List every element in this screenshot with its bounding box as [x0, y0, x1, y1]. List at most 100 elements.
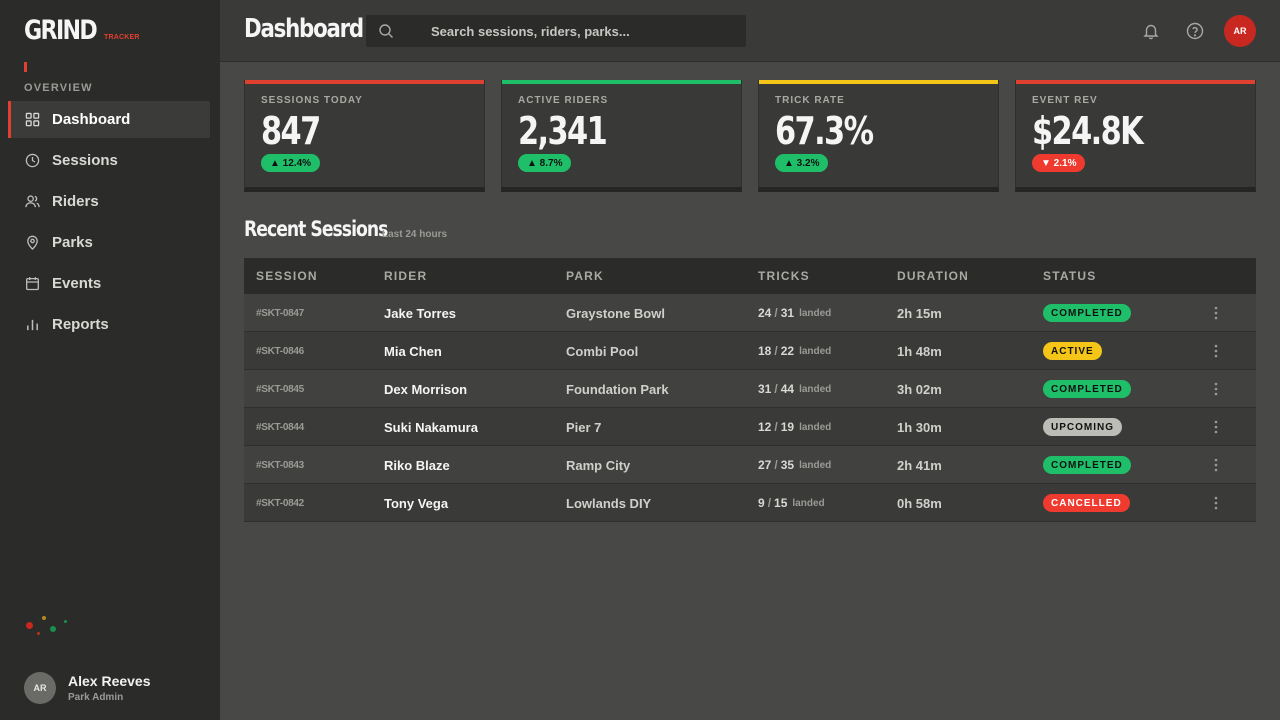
more-options-button[interactable]: [1206, 484, 1226, 522]
header-avatar[interactable]: AR: [1224, 15, 1256, 47]
stat-card-event-rev[interactable]: EVENT REV $24.8K ▼ 2.1%: [1015, 80, 1256, 192]
calendar-icon: [24, 276, 40, 292]
user-name: Alex Reeves: [68, 673, 151, 689]
col-session[interactable]: SESSION: [256, 269, 318, 283]
sidebar-item-reports[interactable]: Reports: [8, 306, 210, 343]
tricks-total: 44: [780, 382, 795, 396]
col-duration[interactable]: DURATION: [897, 269, 969, 283]
session-id: #SKT-0845: [256, 383, 304, 395]
rider-name: Mia Chen: [384, 343, 442, 359]
more-options-button[interactable]: [1206, 294, 1226, 332]
tricks-landed-label: landed: [799, 383, 832, 395]
table-row[interactable]: #SKT-0847 Jake Torres Graystone Bowl 24/…: [244, 294, 1256, 332]
status-cell: COMPLETED: [1043, 446, 1131, 484]
stat-label: ACTIVE RIDERS: [518, 95, 609, 106]
session-duration: 0h 58m: [897, 495, 942, 511]
table-row[interactable]: #SKT-0846 Mia Chen Combi Pool 18/22 lande…: [244, 332, 1256, 370]
sidebar-item-sessions[interactable]: Sessions: [8, 142, 210, 179]
more-options-button[interactable]: [1206, 408, 1226, 446]
tricks-landed: 24: [758, 306, 772, 320]
tricks-separator: /: [774, 420, 778, 434]
tricks-landed: 12: [758, 420, 772, 434]
table-row[interactable]: #SKT-0845 Dex Morrison Foundation Park 3…: [244, 370, 1256, 408]
status-cell: COMPLETED: [1043, 294, 1131, 332]
brand-logo[interactable]: GRIND TRACKER: [24, 16, 140, 46]
status-cell: UPCOMING: [1043, 408, 1122, 446]
tricks-total: 31: [780, 306, 795, 320]
session-duration: 2h 15m: [897, 305, 942, 321]
stat-delta-badge: ▼ 2.1%: [1032, 154, 1086, 172]
tricks-count: 31/44 landed: [758, 370, 831, 408]
grid-icon: [24, 112, 40, 128]
sidebar-item-label: Sessions: [52, 152, 118, 169]
sidebar-item-riders[interactable]: Riders: [8, 183, 210, 220]
table-row[interactable]: #SKT-0843 Riko Blaze Ramp City 27/35 land…: [244, 446, 1256, 484]
session-id: #SKT-0842: [256, 497, 304, 509]
section-subtitle: Last 24 hours: [382, 229, 448, 240]
col-rider[interactable]: RIDER: [384, 269, 427, 283]
search-bar[interactable]: [366, 15, 746, 47]
more-options-button[interactable]: [1206, 332, 1226, 370]
stat-label: SESSIONS TODAY: [261, 95, 363, 106]
stat-card-trick-rate[interactable]: TRICK RATE 67.3% ▲ 3.2%: [758, 80, 999, 192]
col-park[interactable]: PARK: [566, 269, 604, 283]
sidebar-item-label: Parks: [52, 234, 93, 251]
tricks-landed: 31: [758, 382, 772, 396]
session-id: #SKT-0847: [256, 307, 304, 319]
status-badge: COMPLETED: [1043, 456, 1131, 474]
status-badge: UPCOMING: [1043, 418, 1122, 436]
bell-icon[interactable]: [1142, 22, 1160, 40]
tricks-separator: /: [774, 306, 778, 320]
sidebar-item-events[interactable]: Events: [8, 265, 210, 302]
stat-label: TRICK RATE: [775, 95, 845, 106]
brand-accent-mark: [24, 62, 27, 72]
sidebar-item-parks[interactable]: Parks: [8, 224, 210, 261]
tricks-total: 15: [774, 496, 788, 510]
table-row[interactable]: #SKT-0842 Tony Vega Lowlands DIY 9/15 lan…: [244, 484, 1256, 522]
decorative-dots: [24, 612, 74, 640]
rider-name: Dex Morrison: [384, 381, 468, 397]
card-accent-bar: [1016, 80, 1255, 84]
sidebar-item-dashboard[interactable]: Dashboard: [8, 101, 210, 138]
status-badge: ACTIVE: [1043, 342, 1102, 360]
park-name: Pier 7: [566, 419, 602, 435]
park-name: Graystone Bowl: [566, 305, 665, 321]
clock-icon: [24, 153, 40, 169]
session-duration: 1h 30m: [897, 419, 942, 435]
user-profile[interactable]: AR Alex Reeves Park Admin: [24, 672, 151, 704]
session-duration: 2h 41m: [897, 457, 942, 473]
col-tricks[interactable]: TRICKS: [758, 269, 810, 283]
tricks-landed: 27: [758, 458, 772, 472]
rider-name: Suki Nakamura: [384, 419, 478, 435]
park-name: Ramp City: [566, 457, 631, 473]
user-avatar: AR: [24, 672, 56, 704]
section-title: Recent Sessions: [244, 217, 388, 241]
rider-name: Jake Torres: [384, 305, 457, 321]
col-status[interactable]: STATUS: [1043, 269, 1096, 283]
tricks-landed-label: landed: [792, 497, 825, 509]
stat-delta-badge: ▲ 8.7%: [518, 154, 572, 172]
stat-card-active-riders[interactable]: ACTIVE RIDERS 2,341 ▲ 8.7%: [501, 80, 742, 192]
help-icon[interactable]: [1186, 22, 1204, 40]
session-id: #SKT-0846: [256, 345, 304, 357]
more-vertical-icon: [1214, 306, 1218, 320]
stat-delta-badge: ▲ 12.4%: [261, 154, 321, 172]
card-accent-bar: [759, 80, 998, 84]
session-id: #SKT-0844: [256, 421, 304, 433]
map-pin-icon: [24, 235, 40, 251]
user-role: Park Admin: [68, 692, 124, 703]
tricks-count: 27/35 landed: [758, 446, 831, 484]
more-options-button[interactable]: [1206, 446, 1226, 484]
tricks-separator: /: [774, 458, 778, 472]
tricks-landed-label: landed: [799, 421, 832, 433]
tricks-total: 35: [780, 458, 795, 472]
stat-card-sessions-today[interactable]: SESSIONS TODAY 847 ▲ 12.4%: [244, 80, 485, 192]
more-options-button[interactable]: [1206, 370, 1226, 408]
session-duration: 1h 48m: [897, 343, 942, 359]
search-input[interactable]: [431, 23, 731, 39]
page-title: Dashboard: [244, 14, 364, 44]
bar-chart-icon: [24, 317, 40, 333]
table-row[interactable]: #SKT-0844 Suki Nakamura Pier 7 12/19 land…: [244, 408, 1256, 446]
park-name: Foundation Park: [566, 381, 669, 397]
status-cell: ACTIVE: [1043, 332, 1102, 370]
